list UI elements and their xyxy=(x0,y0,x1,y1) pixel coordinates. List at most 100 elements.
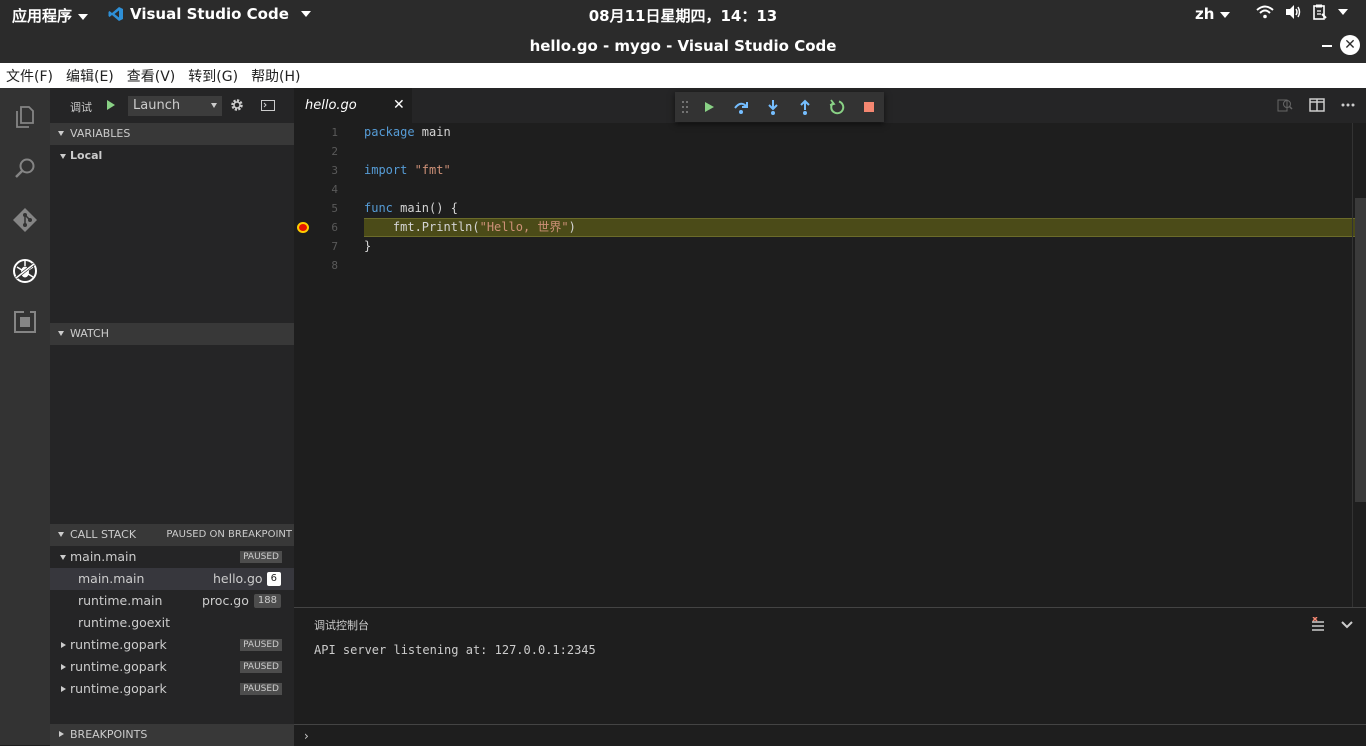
breakpoint-icon[interactable] xyxy=(297,222,309,233)
console-input[interactable]: › xyxy=(294,724,1366,746)
close-icon: ✕ xyxy=(1344,37,1356,53)
thread-gopark[interactable]: runtime.gopark PAUSED xyxy=(50,634,294,656)
continue-button[interactable] xyxy=(701,99,717,115)
variables-section-header[interactable]: VARIABLES xyxy=(50,123,294,145)
start-debugging-icon[interactable] xyxy=(107,100,115,110)
volume-icon[interactable] xyxy=(1284,4,1302,20)
wifi-icon[interactable] xyxy=(1256,4,1274,20)
code-keyword: package xyxy=(364,125,415,139)
applications-menu[interactable]: 应用程序 xyxy=(12,5,89,26)
thread-name: runtime.gopark xyxy=(70,659,167,674)
explorer-button[interactable] xyxy=(10,102,40,132)
split-editor-button[interactable] xyxy=(1309,97,1325,113)
editor-tabs: hello.go ✕ xyxy=(294,88,1366,123)
watch-header-label: WATCH xyxy=(70,327,109,340)
chevron-right-icon: › xyxy=(304,729,309,743)
line-number: 1 xyxy=(331,126,338,139)
line-number: 6 xyxy=(331,221,338,234)
debug-button[interactable] xyxy=(10,256,40,286)
chevron-down-icon[interactable] xyxy=(1341,621,1353,629)
line-number: 8 xyxy=(331,259,338,272)
expand-icon xyxy=(60,154,66,159)
code-token: main() { xyxy=(392,201,458,215)
step-out-button[interactable] xyxy=(797,99,813,115)
menu-goto[interactable]: 转到(G) xyxy=(188,66,238,86)
step-out-icon xyxy=(800,99,810,115)
step-into-button[interactable] xyxy=(765,99,781,115)
expand-icon xyxy=(60,555,66,560)
close-tab-icon[interactable]: ✕ xyxy=(393,88,405,123)
split-editor-icon xyxy=(1309,98,1325,112)
debug-icon xyxy=(13,259,37,283)
stack-frame[interactable]: main.main hello.go 6 xyxy=(50,568,294,590)
stack-frame-file: proc.go xyxy=(202,593,249,608)
code-string: "Hello, 世界" xyxy=(479,220,569,234)
clear-console-icon[interactable] xyxy=(1310,617,1326,633)
tab-hello-go[interactable]: hello.go ✕ xyxy=(294,88,412,123)
code-line: 2 xyxy=(294,142,1366,161)
callstack-section-header[interactable]: CALL STACK PAUSED ON BREAKPOINT xyxy=(50,524,294,546)
code-token: ) xyxy=(568,220,576,234)
editor-vertical-scrollbar[interactable] xyxy=(1352,123,1366,607)
line-number: 2 xyxy=(331,145,338,158)
thread-main[interactable]: main.main PAUSED xyxy=(50,546,294,568)
system-menu-chevron-icon[interactable] xyxy=(1338,9,1348,15)
open-changes-button[interactable] xyxy=(1277,97,1293,113)
search-button[interactable] xyxy=(10,154,40,184)
code-text: import "fmt" xyxy=(364,161,451,180)
editor-area: hello.go ✕ 1 package main 2 3 import "fmt" … xyxy=(294,88,1366,745)
step-over-button[interactable] xyxy=(733,99,749,115)
more-actions-button[interactable] xyxy=(1340,97,1356,113)
thread-gopark[interactable]: runtime.gopark PAUSED xyxy=(50,656,294,678)
scrollbar-thumb[interactable] xyxy=(1355,198,1366,502)
stack-frame[interactable]: runtime.main proc.go 188 xyxy=(50,590,294,612)
thread-gopark[interactable]: runtime.gopark PAUSED xyxy=(50,678,294,700)
clipboard-icon[interactable] xyxy=(1312,4,1328,20)
active-app-menu[interactable]: Visual Studio Code xyxy=(108,5,311,23)
menu-file[interactable]: 文件(F) xyxy=(6,66,53,86)
launch-config-value: Launch xyxy=(133,98,181,113)
input-language-menu[interactable]: zh xyxy=(1195,5,1231,23)
variables-scope-local[interactable]: Local xyxy=(50,145,294,167)
panel-title[interactable]: 调试控制台 xyxy=(314,617,369,633)
expand-icon xyxy=(61,642,66,648)
code-line: 3 import "fmt" xyxy=(294,161,1366,180)
drag-handle-icon[interactable] xyxy=(681,100,689,114)
continue-icon xyxy=(705,102,714,112)
code-text: } xyxy=(364,239,372,253)
code-line: 5 func main() { xyxy=(294,199,1366,218)
search-icon xyxy=(15,158,35,178)
code-string: "fmt" xyxy=(407,163,451,177)
minimize-button[interactable] xyxy=(1322,45,1332,47)
active-app-name: Visual Studio Code xyxy=(130,5,289,23)
gear-icon[interactable] xyxy=(230,98,244,112)
menu-view[interactable]: 查看(V) xyxy=(127,66,176,86)
thread-name: main.main xyxy=(70,549,137,564)
open-changes-icon xyxy=(1277,99,1293,112)
collapse-icon xyxy=(58,131,64,136)
menu-help[interactable]: 帮助(H) xyxy=(251,66,300,86)
menu-edit[interactable]: 编辑(E) xyxy=(66,66,114,86)
restart-button[interactable] xyxy=(829,99,845,115)
debug-console-icon[interactable] xyxy=(261,100,275,111)
code-token: main xyxy=(414,125,451,139)
line-number: 7 xyxy=(331,240,338,253)
close-window-button[interactable]: ✕ xyxy=(1340,35,1360,55)
stop-button[interactable] xyxy=(861,99,877,115)
source-control-button[interactable] xyxy=(10,205,40,235)
debug-view-title: 调试 xyxy=(70,101,92,114)
breakpoints-section-header[interactable]: BREAKPOINTS xyxy=(50,724,294,746)
system-top-bar: 应用程序 Visual Studio Code 08月11日星期四，14：13 … xyxy=(0,0,1366,29)
watch-section-header[interactable]: WATCH xyxy=(50,323,294,345)
stop-icon xyxy=(864,102,874,112)
code-keyword: func xyxy=(364,201,393,215)
extensions-button[interactable] xyxy=(10,307,40,337)
collapse-icon xyxy=(58,331,64,336)
stack-frame[interactable]: runtime.goexit xyxy=(50,612,294,634)
launch-config-select[interactable]: Launch xyxy=(128,96,222,116)
code-editor[interactable]: 1 package main 2 3 import "fmt" 4 5 func ma… xyxy=(294,123,1366,607)
status-badge: PAUSED xyxy=(240,551,282,563)
window-title-bar: hello.go - mygo - Visual Studio Code ✕ xyxy=(0,29,1366,63)
callstack-header-label: CALL STACK xyxy=(70,528,137,541)
status-badge: PAUSED xyxy=(240,683,282,695)
